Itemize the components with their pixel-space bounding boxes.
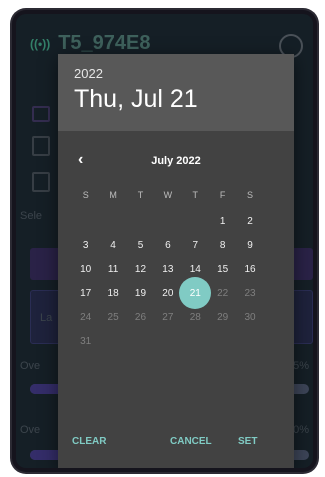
weekday-row: S M T W T F S	[72, 181, 280, 209]
device-frame: ((•)) T5_974E8 Sele La Ove 5% Ove 00% 20…	[12, 10, 317, 472]
weekday-label: S	[82, 190, 89, 200]
day-cell[interactable]: 16	[236, 264, 263, 275]
day-cell-disabled: 29	[217, 311, 229, 323]
day-cell[interactable]: 12	[127, 264, 154, 275]
calendar: ‹ July 2022 S M T W T F S 1 2 3 4 5 6 7 …	[58, 131, 294, 353]
day-cell[interactable]: 14	[182, 264, 209, 275]
day-cell-disabled: 31	[80, 335, 92, 347]
dialog-actions: CLEAR CANCEL SET	[58, 436, 294, 460]
day-cell[interactable]: 5	[127, 240, 154, 251]
week-row: 17 18 19 20 21 22 23	[72, 281, 280, 305]
day-cell[interactable]: 9	[236, 240, 263, 251]
clear-button[interactable]: CLEAR	[72, 436, 106, 447]
day-cell[interactable]: 19	[127, 288, 154, 299]
day-cell-disabled: 24	[80, 311, 92, 323]
day-cell[interactable]: 17	[72, 288, 99, 299]
day-cell-disabled: 22	[217, 287, 229, 299]
weekday-label: M	[109, 190, 117, 200]
day-cell[interactable]: 6	[154, 240, 181, 251]
day-cell[interactable]: 18	[99, 288, 126, 299]
set-button[interactable]: SET	[238, 436, 257, 447]
day-cell[interactable]: 10	[72, 264, 99, 275]
calendar-header: ‹ July 2022	[58, 131, 294, 181]
selected-day-cell[interactable]: 21	[182, 288, 209, 299]
day-cell-disabled: 26	[134, 311, 147, 323]
day-cell-disabled: 30	[244, 311, 256, 323]
selected-date: Thu, Jul 21	[74, 85, 198, 113]
weekday-label: W	[163, 190, 173, 200]
date-picker-header: 2022 Thu, Jul 21	[58, 54, 294, 131]
day-cell[interactable]: 4	[99, 240, 126, 251]
week-row: 1 2	[72, 209, 280, 233]
day-cell[interactable]: 20	[154, 288, 181, 299]
month-label: July 2022	[151, 155, 201, 167]
app-screen: ((•)) T5_974E8 Sele La Ove 5% Ove 00% 20…	[16, 14, 313, 468]
weekday-label: S	[247, 190, 254, 200]
week-row: 10 11 12 13 14 15 16	[72, 257, 280, 281]
cancel-button[interactable]: CANCEL	[170, 436, 212, 447]
date-picker-dialog: 2022 Thu, Jul 21 ‹ July 2022 S M T W T F	[58, 54, 294, 468]
day-cell[interactable]: 7	[182, 240, 209, 251]
weekday-label: T	[137, 190, 144, 200]
day-cell[interactable]: 13	[154, 264, 181, 275]
week-row: 3 4 5 6 7 8 9	[72, 233, 280, 257]
selected-year[interactable]: 2022	[74, 66, 278, 81]
week-row: 24 25 26 27 28 29 30	[72, 305, 280, 329]
day-cell[interactable]: 1	[209, 216, 236, 227]
day-cell-disabled: 28	[189, 311, 201, 323]
selected-day-label: 21	[189, 287, 201, 299]
day-cell-disabled: 25	[107, 311, 119, 323]
day-cell[interactable]: 11	[99, 264, 126, 275]
day-cell[interactable]: 2	[236, 216, 263, 227]
weekday-label: F	[219, 190, 226, 200]
day-cell-disabled: 23	[244, 287, 256, 299]
day-cell-disabled: 27	[162, 311, 174, 323]
day-cell[interactable]: 3	[72, 240, 99, 251]
week-row: 31	[72, 329, 280, 353]
weekday-label: T	[192, 190, 199, 200]
calendar-grid: S M T W T F S 1 2 3 4 5 6 7 8 9 10 11 12…	[72, 181, 280, 353]
day-cell[interactable]: 15	[209, 264, 236, 275]
day-cell[interactable]: 8	[209, 240, 236, 251]
